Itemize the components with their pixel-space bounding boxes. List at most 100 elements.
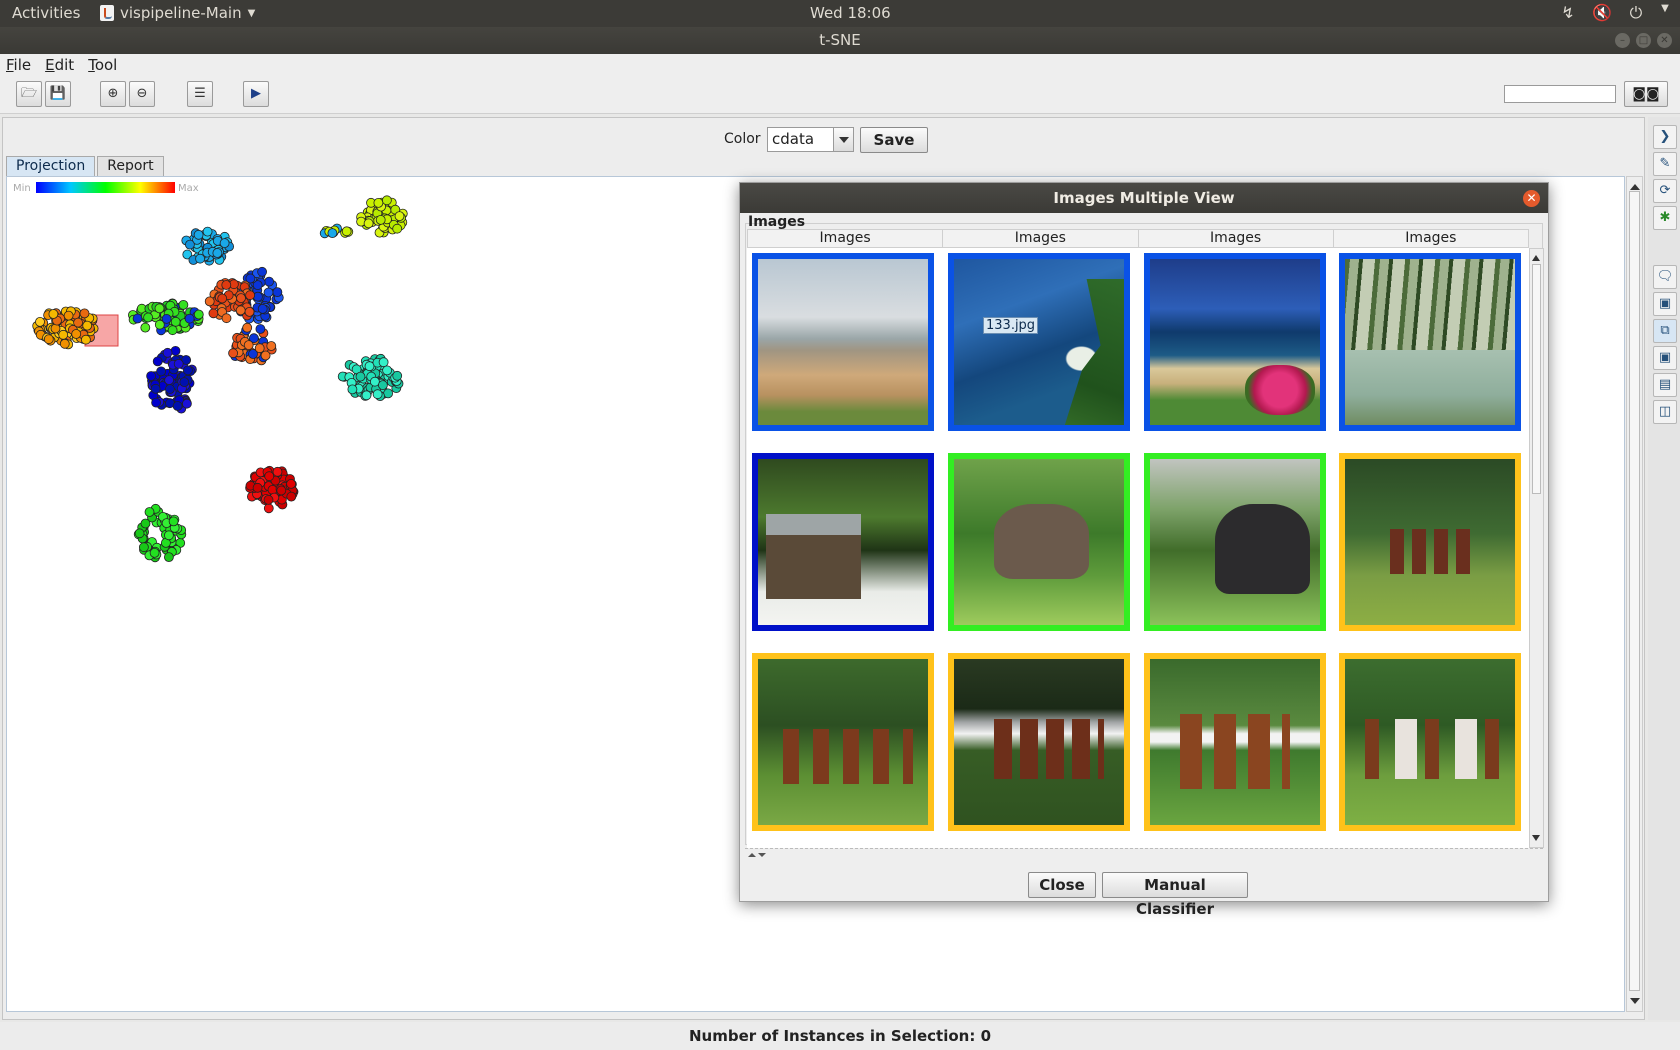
scatter-point[interactable] [172, 401, 183, 411]
scatter-point[interactable] [179, 377, 190, 388]
menu-file[interactable]: File [6, 54, 31, 76]
scatter-point[interactable] [263, 503, 274, 514]
scatter-point[interactable] [143, 312, 154, 323]
scatter-points[interactable] [32, 195, 408, 563]
image-cell[interactable] [1334, 648, 1526, 836]
scroll-thumb[interactable] [1629, 191, 1640, 991]
grid-scrollbar[interactable] [1529, 248, 1544, 848]
image-cell[interactable] [747, 248, 939, 436]
scatter-point[interactable] [150, 383, 161, 394]
collapse-down-icon[interactable] [758, 853, 766, 861]
scatter-point[interactable] [164, 375, 175, 386]
scatter-point[interactable] [138, 542, 149, 553]
zoom-in-button[interactable]: ⊕ [100, 81, 126, 107]
scatter-point[interactable] [264, 276, 275, 287]
scatter-point[interactable] [236, 293, 246, 303]
scatter-point[interactable] [195, 253, 206, 264]
scatter-point[interactable] [162, 347, 173, 358]
scatter-point[interactable] [146, 371, 157, 381]
scatter-point[interactable] [381, 195, 392, 206]
scatter-point[interactable] [266, 341, 277, 351]
scatter-point[interactable] [182, 365, 193, 376]
scatter-point[interactable] [79, 308, 90, 319]
scatter-point[interactable] [212, 248, 223, 258]
scatter-point[interactable] [382, 365, 393, 376]
color-select[interactable]: cdata [767, 127, 854, 152]
scroll-up-icon[interactable] [1532, 251, 1540, 261]
scatter-point[interactable] [58, 329, 69, 340]
thumbnail[interactable] [752, 653, 934, 831]
scatter-point[interactable] [257, 266, 268, 277]
scatter-point[interactable] [327, 228, 338, 238]
scroll-down-icon[interactable] [1630, 998, 1640, 1009]
scatter-point[interactable] [208, 308, 219, 319]
image-cell[interactable] [1139, 448, 1331, 636]
run-button[interactable]: ▶ [243, 81, 269, 107]
scatter-point[interactable] [59, 338, 70, 349]
graph-tool-button[interactable]: ✱ [1653, 206, 1677, 230]
thumbnail[interactable] [1339, 653, 1521, 831]
thumbnail[interactable] [948, 653, 1130, 831]
scatter-point[interactable] [372, 389, 383, 400]
collapse-up-icon[interactable] [748, 849, 756, 857]
image-cell[interactable] [1334, 248, 1526, 436]
scroll-down-icon[interactable] [1532, 835, 1540, 845]
thumbnail[interactable] [752, 453, 934, 631]
scatter-point[interactable] [156, 366, 167, 377]
open-button[interactable]: 🗁 [16, 81, 42, 107]
scatter-point[interactable] [178, 300, 189, 310]
clock[interactable]: Wed 18:06 [810, 4, 891, 22]
table-tool-button[interactable]: ▤ [1653, 373, 1677, 397]
scatter-point[interactable] [377, 380, 388, 391]
scatter-point[interactable] [82, 320, 93, 331]
list-button[interactable]: ☰ [187, 81, 213, 107]
search-input[interactable] [1504, 85, 1616, 103]
thumbnail[interactable] [752, 253, 934, 431]
scatter-point[interactable] [193, 309, 204, 320]
select-tool-button[interactable]: ▣ [1653, 346, 1677, 370]
scatter-point[interactable] [276, 485, 287, 496]
maximize-button[interactable]: □ [1636, 33, 1651, 48]
save-file-button[interactable]: 💾 [45, 81, 71, 107]
scatter-point[interactable] [168, 516, 179, 527]
tab-report[interactable]: Report [97, 156, 164, 176]
save-button[interactable]: Save [860, 127, 928, 153]
scatter-point[interactable] [355, 371, 366, 382]
activities-button[interactable]: Activities [12, 4, 80, 22]
close-button[interactable]: Close [1028, 872, 1096, 898]
scatter-point[interactable] [43, 334, 54, 345]
scatter-point[interactable] [173, 358, 184, 369]
app-menu[interactable]: vispipeline-Main ▼ [100, 4, 255, 22]
frame-tool-button[interactable]: ▣ [1653, 292, 1677, 316]
scatter-point[interactable] [272, 287, 283, 297]
thumbnail[interactable] [948, 453, 1130, 631]
scatter-point[interactable] [394, 211, 405, 221]
scatter-point[interactable] [202, 226, 213, 237]
scatter-point[interactable] [50, 323, 61, 334]
chevron-down-icon[interactable]: ▼ [1660, 3, 1670, 23]
scatter-point[interactable] [149, 547, 160, 558]
scroll-up-icon[interactable] [1630, 179, 1640, 190]
scatter-point[interactable] [235, 305, 246, 316]
scatter-point[interactable] [347, 384, 358, 395]
scatter-point[interactable] [363, 218, 374, 229]
scatter-point[interactable] [140, 322, 151, 333]
scatter-point[interactable] [286, 478, 297, 489]
menu-tool[interactable]: Tool [88, 54, 117, 76]
scatter-point[interactable] [244, 306, 255, 317]
image-cell[interactable] [747, 448, 939, 636]
scatter-point[interactable] [272, 466, 283, 477]
scatter-point[interactable] [341, 226, 352, 237]
scatter-point[interactable] [184, 239, 195, 250]
scatter-point[interactable] [81, 334, 91, 345]
scroll-thumb[interactable] [1532, 264, 1541, 494]
scatter-point[interactable] [263, 287, 274, 298]
scatter-point[interactable] [263, 494, 274, 505]
scatter-point[interactable] [228, 348, 239, 359]
expand-button[interactable]: ❯ [1653, 125, 1677, 149]
scatter-point[interactable] [260, 350, 271, 361]
image-cell[interactable]: 133.jpg [943, 248, 1135, 436]
scatter-point[interactable] [392, 223, 403, 234]
scatter-point[interactable] [373, 197, 384, 208]
image-cell[interactable] [943, 448, 1135, 636]
